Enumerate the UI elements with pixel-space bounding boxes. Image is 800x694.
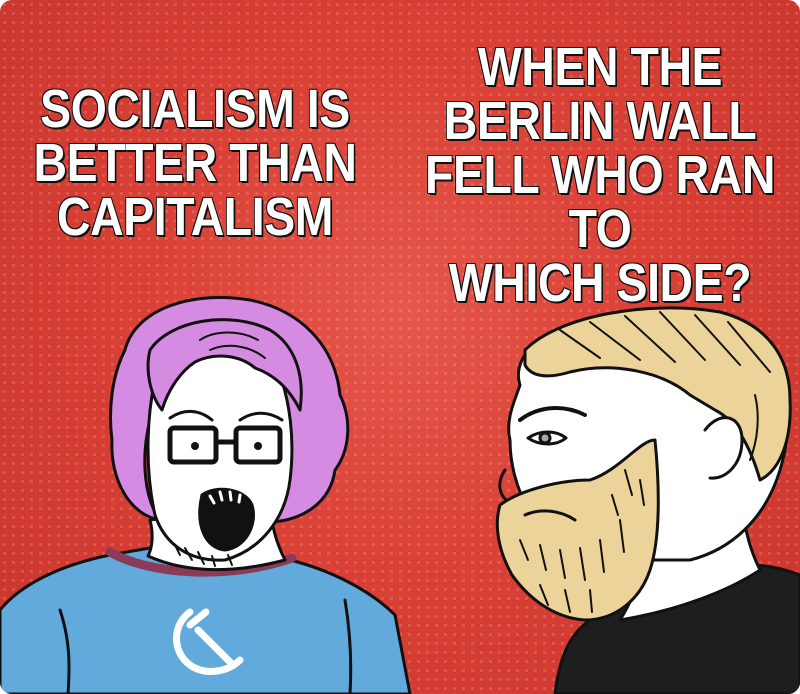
left-character (0, 295, 412, 694)
right-character (495, 306, 800, 694)
meme-image: SOCIALISM IS BETTER THAN CAPITALISM WHEN… (0, 0, 800, 694)
characters-illustration (0, 295, 800, 694)
